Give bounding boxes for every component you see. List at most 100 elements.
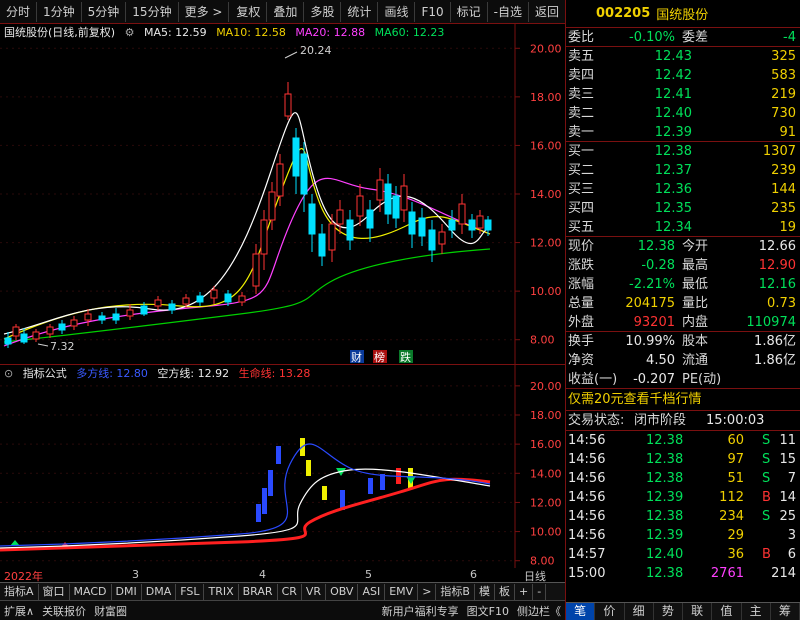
multi-stock-button[interactable]: 多股 xyxy=(304,1,342,22)
toolbar-tab-more[interactable]: 更多 > xyxy=(179,1,230,22)
candle-body xyxy=(70,319,78,327)
candle-body xyxy=(356,195,364,217)
y-axis-tick-label: 20.00 xyxy=(530,380,562,393)
order-book-sell: 卖五 12.43 325 卖四 12.42 583 卖三 12.41 219 卖二 12.40… xyxy=(566,47,800,142)
candle-body xyxy=(318,233,326,257)
tab-dmi[interactable]: DMI xyxy=(112,583,142,600)
kline-chart[interactable]: 8.00 10.00 12.00 14.00 16.00 18.00 20.00 20.24… xyxy=(0,24,565,364)
remove-indicator-button[interactable]: - xyxy=(533,583,547,600)
toolbar-tab-15min[interactable]: 15分钟 xyxy=(126,1,179,22)
f10-button[interactable]: F10 xyxy=(415,1,451,22)
tab-value[interactable]: 值 xyxy=(712,603,742,620)
chart-toolbar: 分时 1分钟 5分钟 15分钟 更多 > 复权 叠加 多股 统计 画线 F10 … xyxy=(0,0,565,24)
candle-body xyxy=(308,203,316,235)
candle-body xyxy=(336,209,344,225)
statistics-button[interactable]: 统计 xyxy=(341,1,379,22)
expand-button[interactable]: 扩展∧ xyxy=(0,603,38,619)
low-price-label: 7.32 xyxy=(50,340,75,353)
tab-trend[interactable]: 势 xyxy=(654,603,683,620)
candle-body xyxy=(224,293,232,303)
tab-obv[interactable]: OBV xyxy=(326,583,359,600)
order-book-row: 买五 12.34 19 xyxy=(566,218,800,237)
indicator-bar xyxy=(276,446,281,464)
indicator-bar xyxy=(380,474,385,490)
tab-price[interactable]: 价 xyxy=(595,603,625,620)
tick-row: 14:56 12.38 234 S 25 xyxy=(568,509,796,524)
tab-vr[interactable]: VR xyxy=(302,583,327,600)
tab-fsl[interactable]: FSL xyxy=(176,583,205,600)
order-book-row: 卖三 12.41 219 xyxy=(568,87,796,102)
tab-emv[interactable]: EMV xyxy=(385,583,419,600)
restore-rights-button[interactable]: 复权 xyxy=(230,1,268,22)
mark-button[interactable]: 标记 xyxy=(451,1,488,22)
back-button[interactable]: 返回 xyxy=(529,2,565,22)
sidebar-toggle-button[interactable]: 侧边栏《 xyxy=(513,603,565,619)
kline-chart-canvas[interactable]: 8.00 10.00 12.00 14.00 16.00 18.00 20.00 20.24… xyxy=(0,24,565,364)
y-axis-tick-label: 16.00 xyxy=(530,438,562,451)
new-user-benefit-link[interactable]: 新用户福利专享 xyxy=(378,603,463,619)
indicator-bar xyxy=(256,504,261,522)
tabs-scroll-right[interactable]: > xyxy=(418,583,437,600)
order-book-row: 卖四 12.42 583 xyxy=(568,68,796,83)
tick-list[interactable]: 14:56 12.38 60 S 11 14:56 12.38 97 S 15 14:56 12.38… xyxy=(566,431,800,583)
ma60-legend: MA60: 12.23 xyxy=(374,26,445,39)
date-label: 3 xyxy=(132,568,139,581)
toolbar-tab-5min[interactable]: 5分钟 xyxy=(82,1,127,22)
promo-row[interactable]: 仅需20元查看千档行情 xyxy=(566,389,800,411)
order-book-row: 卖二 12.40 730 xyxy=(568,106,796,121)
tab-tick[interactable]: 笔 xyxy=(566,603,596,620)
trade-time: 15:00:03 xyxy=(706,413,765,428)
remove-watchlist-button[interactable]: -自选 xyxy=(488,1,529,22)
toolbar-tab-1min[interactable]: 1分钟 xyxy=(37,1,82,22)
finance-badge-label: 财 xyxy=(351,350,362,364)
tab-template[interactable]: 模 xyxy=(475,583,495,600)
tab-chips[interactable]: 筹 xyxy=(771,603,800,620)
draw-line-button[interactable]: 画线 xyxy=(378,1,416,22)
candle-body xyxy=(438,231,446,245)
candle-body xyxy=(428,229,436,251)
tab-indicator-a[interactable]: 指标A xyxy=(0,583,39,600)
ma10-legend: MA10: 12.58 xyxy=(216,26,286,39)
tab-detail[interactable]: 细 xyxy=(625,603,654,620)
toolbar-tab-fenshi[interactable]: 分时 xyxy=(0,1,38,22)
tab-trix[interactable]: TRIX xyxy=(204,583,239,600)
stats-row: 涨幅 -2.21% 最低 12.16 xyxy=(568,277,796,292)
order-book-buy: 买一 12.38 1307 买二 12.37 239 买三 12.36 144 买四 12.3… xyxy=(566,142,800,237)
toolbar-right-group: 复权 叠加 多股 统计 画线 F10 标记 -自选 返回 xyxy=(230,1,565,22)
candle-body xyxy=(276,163,284,197)
candle-body xyxy=(408,211,416,235)
indicator-dropdown-icon[interactable]: ⊙ xyxy=(4,367,13,380)
wealth-circle-button[interactable]: 财富圈 xyxy=(90,603,131,619)
y-axis-tick-label: 8.00 xyxy=(530,334,555,347)
tab-macd[interactable]: MACD xyxy=(70,583,112,600)
f10-text-button[interactable]: 图文F10 xyxy=(463,603,513,619)
y-axis-tick-label: 12.00 xyxy=(530,496,562,509)
tab-indicator-b[interactable]: 指标B xyxy=(436,583,475,600)
promo-link[interactable]: 仅需20元查看千档行情 xyxy=(568,389,702,411)
overlay-button[interactable]: 叠加 xyxy=(267,1,305,22)
y-axis-tick-label: 14.00 xyxy=(530,188,562,201)
tab-link[interactable]: 联 xyxy=(683,603,713,620)
candle-body xyxy=(238,295,246,303)
candle-body xyxy=(182,297,190,305)
settings-icon[interactable]: ⚙ xyxy=(125,26,135,39)
tab-cr[interactable]: CR xyxy=(278,583,302,600)
indicator-chart[interactable]: 8.00 10.00 12.00 14.00 16.00 18.00 20.00 ⊙ 指标公… xyxy=(0,364,565,568)
trade-state-value: 闭市阶段 xyxy=(634,413,687,428)
kongfang-legend: 空方线: 12.92 xyxy=(157,367,230,380)
tab-main[interactable]: 主 xyxy=(742,603,771,620)
stats-row: 涨跌 -0.28 最高 12.90 xyxy=(568,258,796,273)
candle-body xyxy=(458,203,466,225)
candle-body xyxy=(210,289,218,299)
tab-board[interactable]: 板 xyxy=(495,583,515,600)
add-indicator-button[interactable]: + xyxy=(515,583,534,600)
date-axis: 2022年 3 4 5 6 日线 xyxy=(0,568,565,583)
tab-brar[interactable]: BRAR xyxy=(239,583,278,600)
tick-row: 14:56 12.39 29 3 xyxy=(568,528,796,543)
tab-window[interactable]: 窗口 xyxy=(39,583,70,600)
high-price-label: 20.24 xyxy=(300,44,332,57)
tab-asi[interactable]: ASI xyxy=(358,583,386,600)
related-quotes-button[interactable]: 关联报价 xyxy=(38,603,90,619)
indicator-chart-canvas[interactable]: 8.00 10.00 12.00 14.00 16.00 18.00 20.00 xyxy=(0,364,565,568)
tab-dma[interactable]: DMA xyxy=(142,583,177,600)
